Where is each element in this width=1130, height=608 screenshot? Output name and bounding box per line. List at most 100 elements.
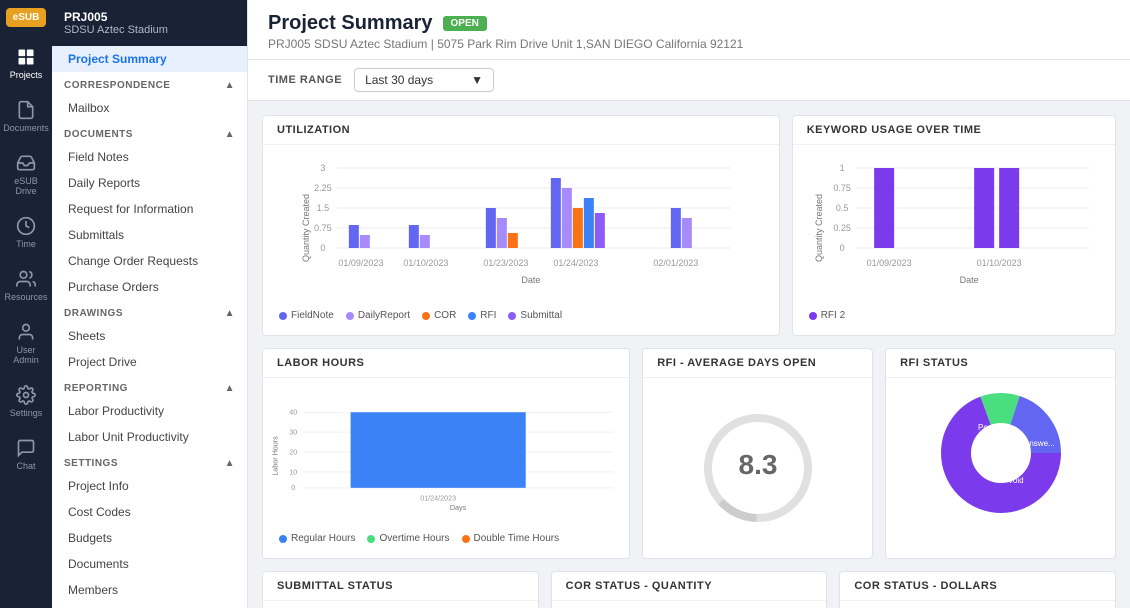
status-badge: OPEN	[443, 16, 487, 31]
nav-change-order-requests[interactable]: Change Order Requests	[52, 248, 247, 274]
nav-documents[interactable]: Documents	[0, 92, 52, 141]
page-project-ref: PRJ005 SDSU Aztec Stadium	[268, 37, 427, 51]
section-documents-label: DOCUMENTS	[64, 129, 133, 140]
legend-overtime-hours-label: Overtime Hours	[379, 533, 449, 544]
page-title: Project Summary	[268, 12, 433, 35]
section-correspondence[interactable]: CORRESPONDENCE ▲	[52, 72, 247, 95]
nav-projects[interactable]: Projects	[0, 39, 52, 88]
labor-hours-body: Labor Hours 40 30 20 10 0	[263, 378, 629, 558]
rfi-avg-days-title: RFI - AVERAGE DAYS OPEN	[643, 349, 872, 378]
section-settings[interactable]: SETTINGS ▲	[52, 450, 247, 473]
legend-cor-label: COR	[434, 310, 456, 321]
nav-settings[interactable]: Settings	[0, 377, 52, 426]
nav-resources-label: Resources	[4, 292, 47, 302]
nav-resources[interactable]: Resources	[0, 261, 52, 310]
nav-user-admin[interactable]: User Admin	[0, 314, 52, 373]
rfi-status-donut: Pendi... Void Answe...	[886, 378, 1115, 528]
keyword-usage-legend: RFI 2	[801, 306, 1107, 327]
nav-esub-drive[interactable]: eSUB Drive	[0, 145, 52, 204]
icon-sidebar: eSUB Projects Documents eSUB Drive Time …	[0, 0, 52, 608]
rfi-status-title: RFI STATUS	[886, 349, 1115, 378]
utilization-card: UTILIZATION 3 2.25 1.5 0.75 0 Quantity C…	[262, 115, 780, 336]
svg-text:Date: Date	[959, 275, 978, 285]
nav-project-drive[interactable]: Project Drive	[52, 349, 247, 375]
svg-text:20: 20	[289, 448, 297, 456]
svg-text:40: 40	[289, 409, 297, 417]
labor-hours-card: LABOR HOURS Labor Hours 40 30 20 10 0	[262, 348, 630, 559]
nav-settings-label: Settings	[10, 408, 43, 418]
nav-rfi[interactable]: Request for Information	[52, 196, 247, 222]
svg-text:0: 0	[839, 243, 844, 253]
chart-row-2: LABOR HOURS Labor Hours 40 30 20 10 0	[262, 348, 1116, 559]
legend-fieldnote-label: FieldNote	[291, 310, 334, 321]
time-range-select[interactable]: Last 30 days ▼	[354, 68, 494, 92]
svg-text:Answe...: Answe...	[1024, 439, 1055, 448]
legend-double-time-hours-dot	[462, 535, 470, 543]
legend-double-time-hours-label: Double Time Hours	[474, 533, 560, 544]
legend-overtime-hours-dot	[367, 535, 375, 543]
nav-budgets[interactable]: Budgets	[52, 525, 247, 551]
page-header: Project Summary OPEN PRJ005 SDSU Aztec S…	[248, 0, 1130, 60]
time-range-bar: TIME RANGE Last 30 days ▼	[248, 60, 1130, 101]
nav-time[interactable]: Time	[0, 208, 52, 257]
charts-grid: UTILIZATION 3 2.25 1.5 0.75 0 Quantity C…	[248, 101, 1130, 608]
section-documents-chevron: ▲	[225, 129, 235, 140]
svg-text:01/10/2023: 01/10/2023	[976, 258, 1021, 268]
rfi-status-chart: Pendi... Void Answe...	[936, 388, 1066, 518]
nav-cost-codes[interactable]: Cost Codes	[52, 499, 247, 525]
nav-field-notes[interactable]: Field Notes	[52, 144, 247, 170]
svg-text:01/24/2023: 01/24/2023	[420, 495, 456, 503]
nav-purchase-orders[interactable]: Purchase Orders	[52, 274, 247, 300]
legend-submittal: Submittal	[508, 310, 562, 321]
cor-status-qty-donut: Sent Appro...	[552, 601, 827, 608]
section-drawings-label: DRAWINGS	[64, 308, 123, 319]
svg-text:0.25: 0.25	[833, 223, 851, 233]
section-drawings-chevron: ▲	[225, 308, 235, 319]
utilization-body: 3 2.25 1.5 0.75 0 Quantity Created	[263, 145, 779, 335]
dropdown-chevron-icon: ▼	[471, 73, 483, 87]
project-name: SDSU Aztec Stadium	[64, 24, 235, 36]
section-drawings[interactable]: DRAWINGS ▲	[52, 300, 247, 323]
legend-rfi2-label: RFI 2	[821, 310, 845, 321]
nav-mailbox[interactable]: Mailbox	[52, 95, 247, 121]
labor-hours-legend: Regular Hours Overtime Hours Double Time…	[271, 529, 621, 550]
keyword-usage-chart: Quantity Created 1 0.75 0.5 0.25 0	[801, 153, 1107, 303]
page-subtitle: PRJ005 SDSU Aztec Stadium | 5075 Park Ri…	[268, 37, 1110, 51]
nav-documents-label: Documents	[3, 123, 49, 133]
cor-status-dollars-title: COR STATUS - DOLLARS	[840, 572, 1115, 601]
section-documents[interactable]: DOCUMENTS ▲	[52, 121, 247, 144]
nav-labor-productivity[interactable]: Labor Productivity	[52, 398, 247, 424]
time-range-value: Last 30 days	[365, 73, 433, 87]
nav-esub-drive-label: eSUB Drive	[4, 176, 48, 196]
nav-submittals[interactable]: Submittals	[52, 222, 247, 248]
nav-labor-unit-productivity[interactable]: Labor Unit Productivity	[52, 424, 247, 450]
utilization-chart: 3 2.25 1.5 0.75 0 Quantity Created	[271, 153, 771, 303]
svg-text:Days: Days	[450, 504, 467, 512]
nav-project-summary[interactable]: Project Summary	[52, 46, 247, 72]
section-correspondence-label: CORRESPONDENCE	[64, 80, 170, 91]
nav-documents-settings[interactable]: Documents	[52, 551, 247, 577]
section-reporting[interactable]: REPORTING ▲	[52, 375, 247, 398]
nav-daily-reports[interactable]: Daily Reports	[52, 170, 247, 196]
svg-text:0: 0	[291, 484, 295, 492]
legend-fieldnote: FieldNote	[279, 310, 334, 321]
nav-members[interactable]: Members	[52, 577, 247, 603]
nav-sheets[interactable]: Sheets	[52, 323, 247, 349]
project-id: PRJ005	[64, 10, 235, 24]
cor-status-dollars-card: COR STATUS - DOLLARS $60,000.00 $45,000.…	[839, 571, 1116, 608]
svg-text:1.5: 1.5	[317, 203, 330, 213]
legend-regular-hours: Regular Hours	[279, 533, 355, 544]
svg-text:1: 1	[839, 163, 844, 173]
svg-text:Quantity Created: Quantity Created	[301, 194, 311, 262]
nav-project-info[interactable]: Project Info	[52, 473, 247, 499]
legend-submittal-label: Submittal	[520, 310, 562, 321]
legend-rfi: RFI	[468, 310, 496, 321]
cor-status-qty-title: COR STATUS - QUANTITY	[552, 572, 827, 601]
labor-hours-chart: Labor Hours 40 30 20 10 0	[271, 386, 621, 526]
section-settings-label: SETTINGS	[64, 458, 118, 469]
legend-cor: COR	[422, 310, 456, 321]
section-reporting-chevron: ▲	[225, 383, 235, 394]
svg-text:30: 30	[289, 429, 297, 437]
nav-chat[interactable]: Chat	[0, 430, 52, 479]
labor-hours-title: LABOR HOURS	[263, 349, 629, 378]
